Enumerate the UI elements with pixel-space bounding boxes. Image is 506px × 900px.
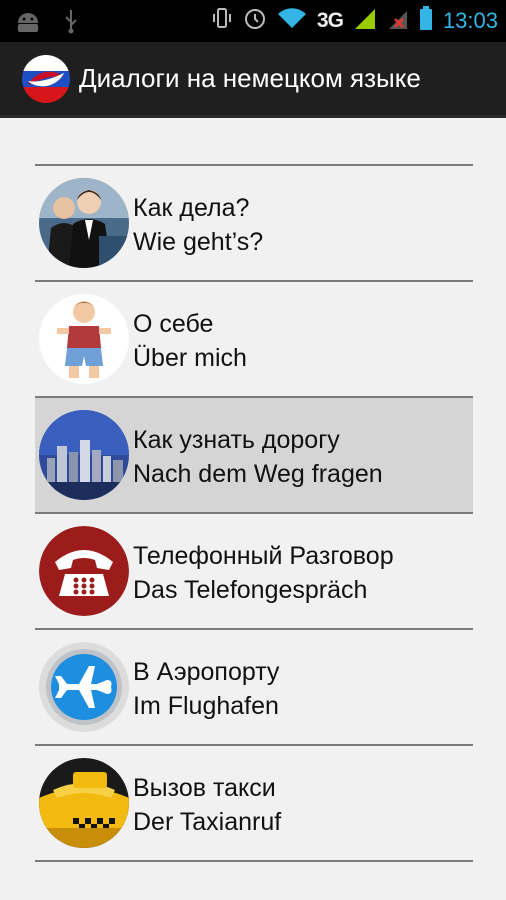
app-title: Диалоги на немецком языке xyxy=(79,63,421,93)
dialog-title-de: Der Taxianruf xyxy=(133,808,282,836)
list-item-selected[interactable]: Как узнать дорогу Nach dem Weg fragen xyxy=(35,398,473,512)
android-icon xyxy=(14,9,42,38)
list-divider xyxy=(35,860,473,862)
vibrate-icon xyxy=(211,6,233,35)
boy-icon xyxy=(39,294,129,384)
signal-icon xyxy=(387,5,409,36)
taxi-icon xyxy=(39,758,129,848)
dialog-title-de: Im Flughafen xyxy=(133,692,279,720)
wifi-icon xyxy=(277,6,307,35)
dialog-title-de: Wie geht’s? xyxy=(133,228,264,256)
dialog-title-ru: В Аэропорту xyxy=(133,658,280,686)
dialog-title-ru: Как дела? xyxy=(133,194,250,222)
dialog-title-ru: Вызов такси xyxy=(133,774,276,802)
airplane-icon xyxy=(39,642,129,732)
dialog-title-de: Über mich xyxy=(133,344,247,372)
telephone-icon xyxy=(39,526,129,616)
dialog-list: Как дела? Wie geht’s? О себе Über mich К… xyxy=(35,164,473,862)
dialog-title-ru: Как узнать дорогу xyxy=(133,426,340,454)
network-type: 3G xyxy=(316,8,344,32)
list-item[interactable]: Как дела? Wie geht’s? xyxy=(35,166,473,280)
action-bar: Диалоги на немецком языке xyxy=(0,42,506,118)
city-skyline-icon xyxy=(39,410,129,500)
alarm-icon xyxy=(243,6,267,35)
business-people-icon xyxy=(39,178,129,268)
dialog-title-de: Das Telefongespräch xyxy=(133,576,368,604)
dialog-title-ru: О себе xyxy=(133,310,214,338)
app-logo[interactable] xyxy=(22,55,70,103)
signal-icon xyxy=(353,5,377,36)
clock: 13:03 xyxy=(442,7,498,33)
dialog-title-de: Nach dem Weg fragen xyxy=(133,460,383,488)
list-item[interactable]: В Аэропорту Im Flughafen xyxy=(35,630,473,744)
list-item[interactable]: О себе Über mich xyxy=(35,282,473,396)
list-item[interactable]: Вызов такси Der Taxianruf xyxy=(35,746,473,860)
status-bar: 3G 13:03 xyxy=(0,0,506,42)
battery-icon xyxy=(419,5,433,36)
list-item[interactable]: Телефонный Разговор Das Telefongespräch xyxy=(35,514,473,628)
dialog-title-ru: Телефонный Разговор xyxy=(133,542,394,570)
usb-icon xyxy=(64,8,78,39)
